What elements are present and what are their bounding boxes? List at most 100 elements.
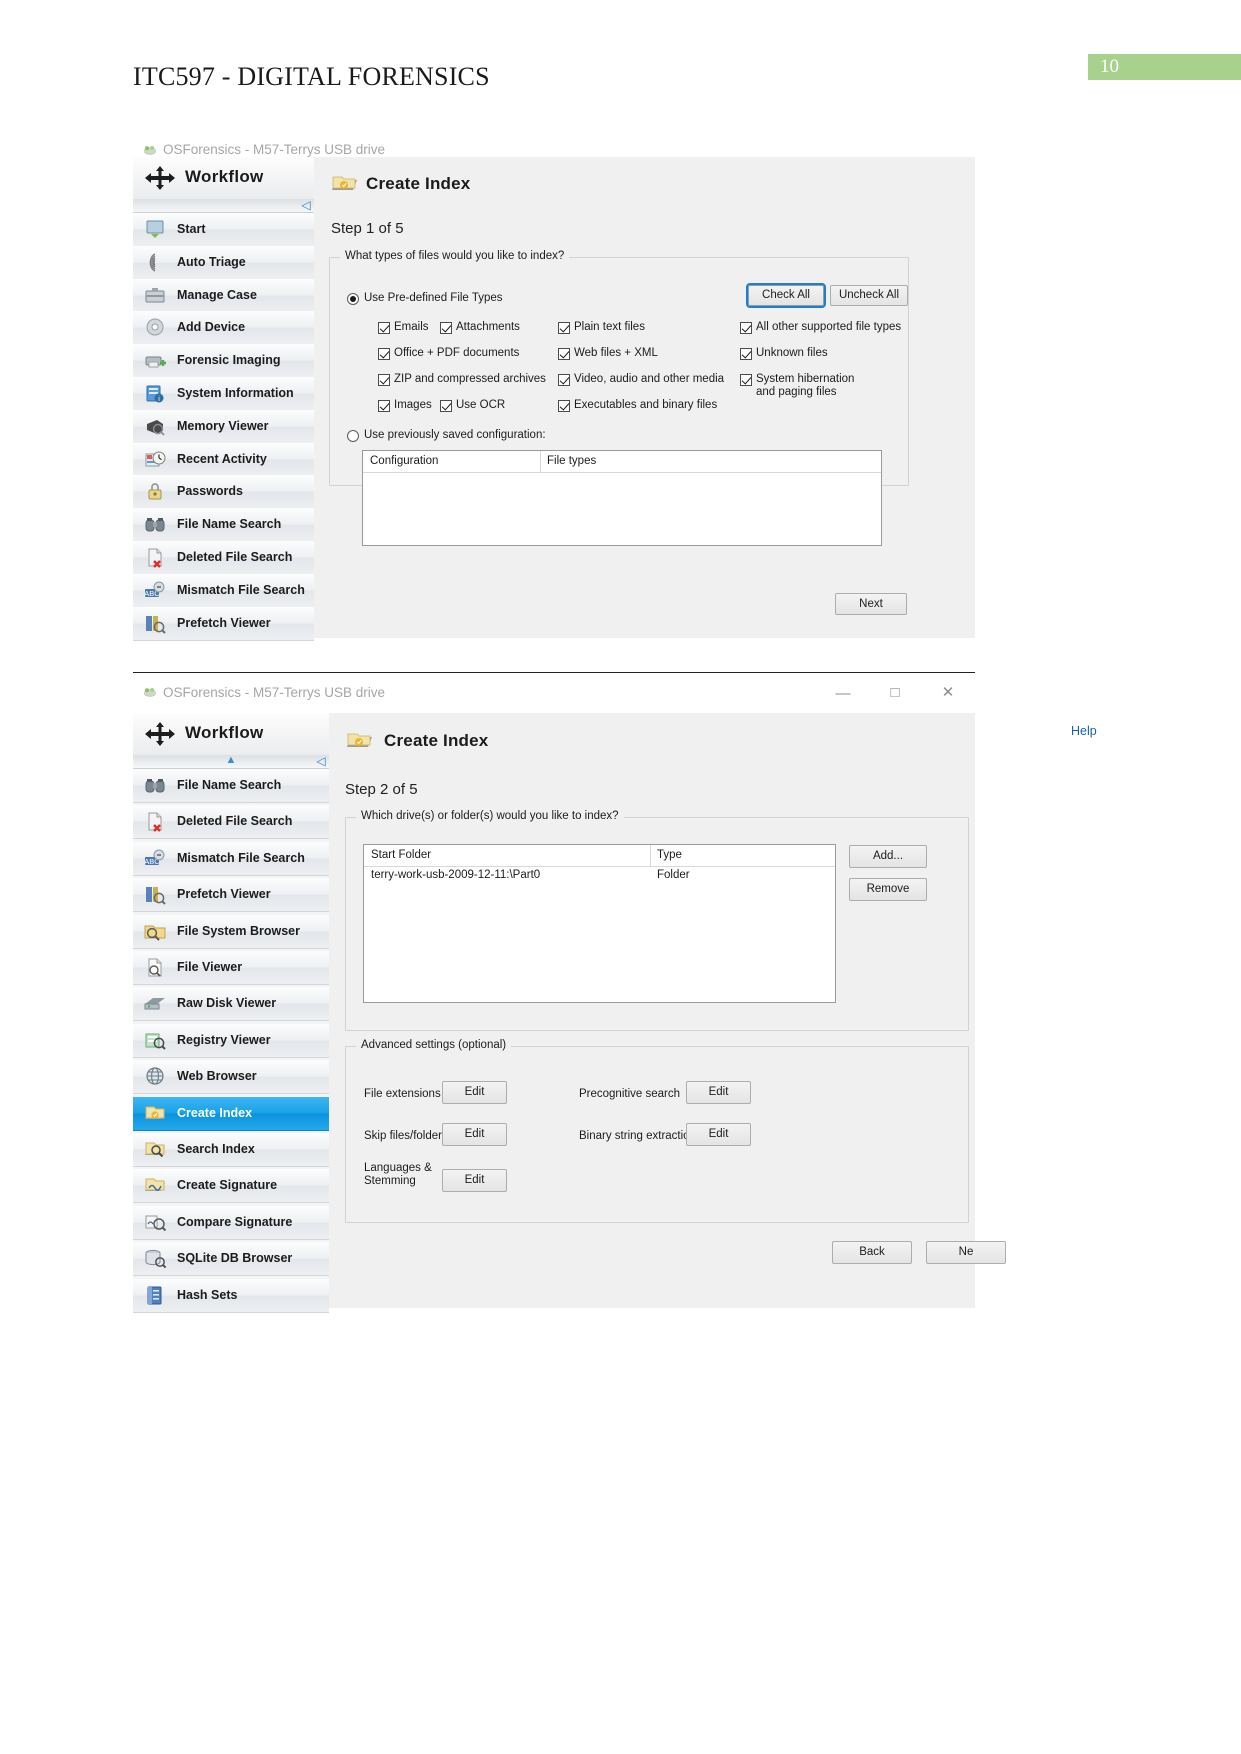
checkbox-label: Unknown files [756,347,828,359]
next-button-step2[interactable]: Ne [926,1241,1006,1264]
workflow-arrows-icon [145,722,175,746]
sidebar-item-recent-activity[interactable]: Recent Activity [133,442,314,477]
maximize-button[interactable]: □ [880,685,910,701]
next-label-step2: Ne [958,1246,974,1258]
sidebar-item-start[interactable]: Start [133,213,314,247]
file-types-groupbox: What types of files would you like to in… [329,250,909,546]
sidebar-item-label: File System Browser [177,923,300,938]
sidebar-item-file-system-browser[interactable]: File System Browser [133,914,329,949]
checkbox-label: ZIP and compressed archives [394,373,546,385]
collapse-left-icon[interactable]: ◁ [300,199,312,211]
sidebar-item-create-signature[interactable]: Create Signature [133,1169,329,1204]
uncheck-all-button[interactable]: Uncheck All [830,285,908,306]
sidebar-item-label: File Name Search [177,778,282,792]
sidebar-item-prefetch-viewer[interactable]: Prefetch Viewer [133,878,329,913]
sidebar-item-label: File Viewer [177,960,243,974]
sidebar-item-label: System Information [177,386,294,400]
window1-content: Create Index Step 1 of 5 What types of f… [314,157,975,638]
checkbox-box[interactable] [440,400,452,412]
sidebar-item-label: Memory Viewer [177,418,269,433]
clock-icon [143,448,167,471]
edit-label: Edit [708,1086,729,1098]
sidebar-item-manage-case[interactable]: Manage Case [133,278,314,313]
window1-sidebar: Workflow ◁ Start Auto Triage Manage Case Ad… [133,157,315,641]
minimize-button[interactable]: — [828,686,858,702]
table-row[interactable]: terry-work-usb-2009-12-11:\Part0 Folder [364,866,835,886]
window1-sidebar-scroll-strip[interactable]: ◁ [133,199,314,213]
workflow-header: Workflow [133,157,314,200]
sidebar-item-label: Prefetch Viewer [177,615,271,630]
window1-title: OSForensics - M57-Terrys USB drive [163,142,386,157]
sidebar-item-prefetch-viewer[interactable]: Prefetch Viewer [133,606,314,641]
sidebar-item-label: Raw Disk Viewer [177,996,277,1011]
checkbox-label: Executables and binary files [574,399,718,411]
checkbox-box[interactable] [558,400,570,412]
collapse-left-icon[interactable]: ◁ [315,755,327,767]
cell-type: Folder [657,869,690,881]
checkbox-box[interactable] [378,322,390,334]
skip-files-edit-button[interactable]: Edit [442,1123,507,1146]
precognitive-search-edit-button[interactable]: Edit [686,1081,751,1104]
window2-step-label: Step 2 of 5 [345,781,418,798]
radio-use-saved-config[interactable] [347,430,359,442]
sidebar-item-sqlite-db-browser[interactable]: SQLite DB Browser [133,1242,329,1277]
sidebar-item-label: Passwords [177,484,244,499]
sidebar-item-mismatch-file-search[interactable]: ABC Mismatch File Search [133,841,329,876]
sidebar-item-registry-viewer[interactable]: Registry Viewer [133,1023,329,1058]
sidebar-item-raw-disk-viewer[interactable]: Raw Disk Viewer [133,987,329,1022]
sidebar-item-add-device[interactable]: Add Device [133,311,314,346]
file-viewer-icon [143,956,167,979]
checkbox-box[interactable] [558,374,570,386]
check-all-button[interactable]: Check All [746,283,826,308]
sidebar-item-mismatch-file-search[interactable]: ABC Mismatch File Search [133,573,314,608]
window1-step-label: Step 1 of 5 [331,220,404,237]
sidebar-item-system-information[interactable]: i System Information [133,377,314,411]
sidebar-item-auto-triage[interactable]: Auto Triage [133,245,314,280]
file-extensions-edit-button[interactable]: Edit [442,1081,507,1104]
checkbox-box[interactable] [558,322,570,334]
languages-stemming-edit-button[interactable]: Edit [442,1169,507,1192]
sidebar-item-label: Prefetch Viewer [177,887,271,902]
checkbox-box[interactable] [740,374,752,386]
checkbox-box[interactable] [740,348,752,360]
remove-folder-button[interactable]: Remove [849,878,927,901]
page-number-badge: 10 [1088,54,1241,80]
checkbox-box[interactable] [378,348,390,360]
checkbox-box[interactable] [378,374,390,386]
checkbox-box[interactable] [740,322,752,334]
close-button[interactable]: ✕ [933,685,963,701]
window2-title: OSForensics - M57-Terrys USB drive [163,685,386,700]
prefetch-icon [143,883,167,906]
sidebar-item-label: Deleted File Search [177,550,293,564]
sidebar-item-web-browser[interactable]: Web Browser [133,1060,329,1095]
sidebar-item-deleted-file-search[interactable]: Deleted File Search [133,805,329,840]
next-button-step1[interactable]: Next [835,593,907,615]
back-button-step2[interactable]: Back [832,1241,912,1264]
radio-use-predefined[interactable] [347,293,359,305]
sidebar-item-memory-viewer[interactable]: Memory Viewer [133,409,314,444]
checkbox-box[interactable] [558,348,570,360]
add-folder-button[interactable]: Add... [849,845,927,868]
sidebar-item-compare-signature[interactable]: Compare Signature [133,1205,329,1240]
column-configuration: Configuration [370,455,439,467]
saved-configuration-table[interactable]: Configuration File types [362,450,882,546]
sidebar-item-search-index[interactable]: Search Index [133,1133,329,1167]
sidebar-item-file-viewer[interactable]: File Viewer [133,951,329,985]
sidebar-item-forensic-imaging[interactable]: Forensic Imaging [133,344,314,379]
window2-sidebar-scroll-strip[interactable]: ▲ ◁ [133,755,329,769]
checkbox-box[interactable] [440,322,452,334]
sidebar-item-file-name-search[interactable]: File Name Search [133,508,314,543]
help-link[interactable]: Help [1071,724,1097,738]
sidebar-item-hash-sets[interactable]: Hash Sets [133,1278,329,1313]
sidebar-item-file-name-search[interactable]: File Name Search [133,769,329,803]
sidebar-item-passwords[interactable]: Passwords [133,475,314,510]
checkbox-box[interactable] [378,400,390,412]
sidebar-item-create-index[interactable]: Create Index [133,1096,329,1131]
advanced-settings-legend: Advanced settings (optional) [356,1039,512,1051]
start-folder-table[interactable]: Start Folder Type terry-work-usb-2009-12… [363,844,836,1003]
sidebar-item-deleted-file-search[interactable]: Deleted File Search [133,541,314,575]
sqlite-icon [143,1247,167,1270]
advanced-settings-groupbox: Advanced settings (optional) File extens… [345,1039,969,1223]
binary-string-extraction-edit-button[interactable]: Edit [686,1123,751,1146]
scroll-up-icon[interactable]: ▲ [211,755,251,767]
